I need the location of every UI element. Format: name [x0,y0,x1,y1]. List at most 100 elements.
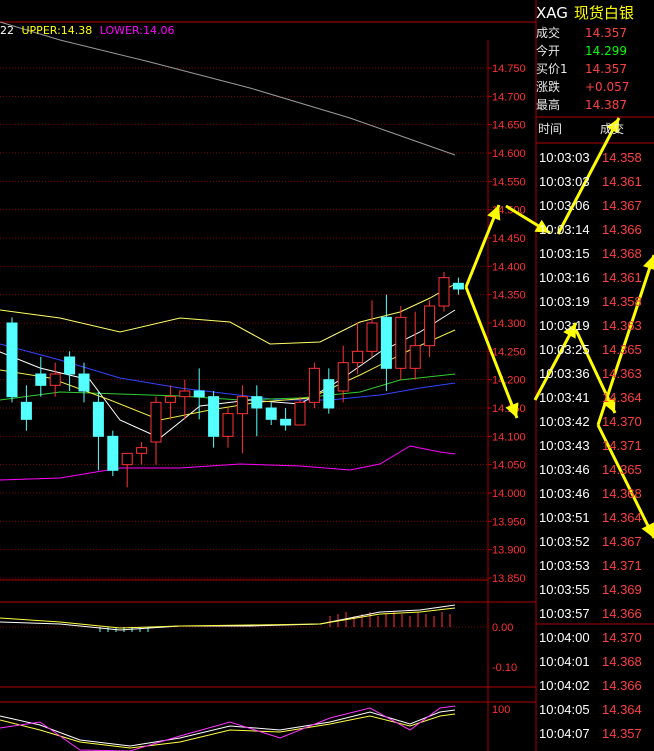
sub-axis-label: 100 [492,704,510,716]
tick-time: 10:03:06 [539,198,590,213]
price-tick-label: 13.850 [492,573,526,585]
tick-price: 14.366 [602,678,642,693]
tick-price: 14.357 [602,726,642,741]
boll-upper-label: UPPER:14.38 [21,24,93,37]
tick-time: 10:03:25 [539,342,590,357]
tick-row: 10:03:42 14.370 [536,410,654,434]
price-tick-label: 14.000 [492,488,526,500]
tick-price: 14.361 [602,174,642,189]
quote-value: 14.357 [585,62,627,76]
price-tick-label: 14.650 [492,120,526,132]
tick-price: 14.364 [602,702,642,717]
tick-row: 10:04:05 14.364 [536,698,654,722]
boll-legend: 22 UPPER:14.38 LOWER:14.06 [0,24,179,37]
quote-row: 成交 14.357 [536,24,654,42]
tick-time: 10:03:52 [539,534,590,549]
boll-mid-label: 22 [0,24,14,37]
tick-price: 14.369 [602,582,642,597]
tick-row: 10:03:03 14.358 [536,146,654,170]
price-tick-label: 14.450 [492,233,526,245]
tick-time: 10:03:42 [539,414,590,429]
tick-time: 10:03:46 [539,486,590,501]
tick-row: 10:03:46 14.368 [536,482,654,506]
symbol-code: XAG [536,4,568,22]
tick-time: 10:03:14 [539,222,590,237]
tick-row: 10:04:02 14.366 [536,674,654,698]
sub-axis-label: -0.10 [492,662,517,674]
tick-price: 14.366 [602,222,642,237]
tick-price: 14.370 [602,414,642,429]
tick-price: 14.363 [602,366,642,381]
tick-row: 10:03:14 14.366 [536,218,654,242]
tick-time: 10:03:51 [539,510,590,525]
tick-time: 10:03:19 [539,318,590,333]
price-tick-label: 14.200 [492,375,526,387]
tick-row: 10:03:43 14.371 [536,434,654,458]
ticks-header-time: 时间 [538,122,563,136]
tick-time: 10:03:57 [539,606,590,621]
tick-price: 14.363 [602,318,642,333]
tick-time: 10:04:00 [539,630,590,645]
price-tick-label: 14.400 [492,261,526,273]
tick-row: 10:03:41 14.364 [536,386,654,410]
tick-time: 10:03:55 [539,582,590,597]
price-tick-label: 14.700 [492,91,526,103]
tick-time: 10:03:46 [539,462,590,477]
tick-time: 10:03:36 [539,366,590,381]
quote-value: 14.299 [585,44,627,58]
tick-price: 14.358 [602,294,642,309]
tick-row: 10:03:51 14.364 [536,506,654,530]
candle [107,430,119,476]
tick-row: 10:03:03 14.361 [536,170,654,194]
quote-panel: XAG 现货白银 成交 14.357 今开 14.299 买价1 14.357 涨跌 +0.05… [536,0,654,751]
quote-key: 买价1 [536,62,568,76]
price-tick-label: 14.100 [492,431,526,443]
price-tick-label: 14.600 [492,148,526,160]
tick-price: 14.368 [602,486,642,501]
tick-price: 14.358 [602,150,642,165]
candle [6,317,18,403]
quote-key: 最高 [536,98,561,112]
quote-key: 涨跌 [536,80,561,94]
tick-row: 10:03:36 14.363 [536,362,654,386]
tick-price: 14.367 [602,198,642,213]
tick-row: 10:03:19 14.358 [536,290,654,314]
tick-row: 10:04:07 14.357 [536,722,654,746]
tick-row: 10:04:00 14.370 [536,626,654,650]
tick-row: 10:03:16 14.361 [536,266,654,290]
tick-price: 14.371 [602,438,642,453]
tick-price: 14.361 [602,270,642,285]
tick-price: 14.365 [602,462,642,477]
tick-price: 14.364 [602,390,642,405]
quote-value: 14.387 [585,98,627,112]
tick-price: 14.370 [602,630,642,645]
quote-title: XAG 现货白银 [536,2,634,23]
tick-price: 14.368 [602,246,642,261]
candle [308,362,320,408]
symbol-name: 现货白银 [573,4,634,22]
quote-value: +0.057 [585,80,630,94]
tick-time: 10:04:07 [539,726,590,741]
tick-price: 14.366 [602,606,642,621]
quote-key: 成交 [536,26,561,40]
tick-time: 10:04:01 [539,654,590,669]
tick-time: 10:03:03 [539,174,590,189]
tick-time: 10:03:43 [539,438,590,453]
sub-axis-label: 0.00 [492,622,513,634]
tick-row: 10:03:55 14.369 [536,578,654,602]
tick-price: 14.365 [602,342,642,357]
price-tick-label: 13.950 [492,516,526,528]
quote-value: 14.357 [585,26,627,40]
tick-time: 10:04:02 [539,678,590,693]
tick-time: 10:03:41 [539,390,590,405]
tick-price: 14.367 [602,534,642,549]
tick-time: 10:04:05 [539,702,590,717]
candle [438,272,450,312]
tick-price: 14.364 [602,510,642,525]
quote-row: 涨跌 +0.057 [536,78,654,96]
price-tick-label: 14.050 [492,460,526,472]
tick-time: 10:03:19 [539,294,590,309]
price-tick-label: 14.750 [492,63,526,75]
tick-row: 10:03:15 14.368 [536,242,654,266]
price-tick-label: 14.550 [492,176,526,188]
